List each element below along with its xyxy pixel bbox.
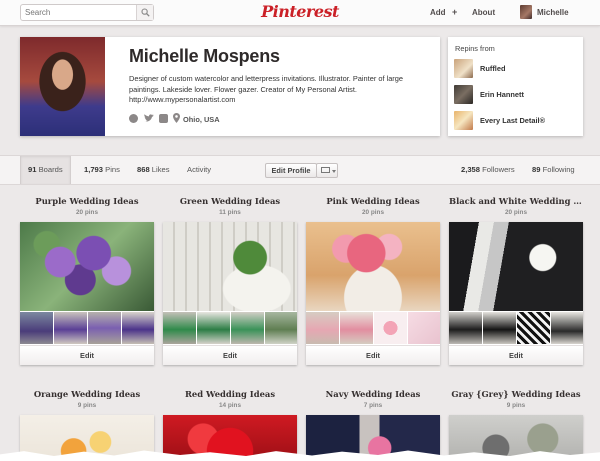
repin-source-name: Ruffled xyxy=(480,64,506,73)
search-button[interactable] xyxy=(136,5,153,20)
tab-likes[interactable]: 868 Likes xyxy=(137,156,170,184)
website-icon[interactable] xyxy=(129,114,138,123)
profile-bio: Designer of custom watercolor and letter… xyxy=(129,74,403,94)
repin-source-item[interactable]: Erin Hannett xyxy=(454,85,579,104)
top-nav: Pinterest Add + About Michelle xyxy=(0,0,600,26)
profile-card: Michelle Mospens Designer of custom wate… xyxy=(20,37,440,136)
likes-count: 868 xyxy=(137,165,150,174)
repin-source-avatar xyxy=(454,111,473,130)
following-count: 89 xyxy=(532,165,541,174)
board-thumbnail[interactable] xyxy=(163,312,196,344)
board-edit-button[interactable]: Edit xyxy=(449,345,583,365)
screen-icon xyxy=(321,167,330,173)
user-avatar[interactable] xyxy=(520,5,532,19)
profile-name: Michelle Mospens xyxy=(129,46,280,66)
board-thumbnail[interactable] xyxy=(340,312,373,344)
location-pin-icon xyxy=(173,113,180,123)
board-frame[interactable]: Edit xyxy=(449,222,583,365)
profile-location: Ohio, USA xyxy=(183,115,220,124)
repin-source-item[interactable]: Every Last Detail® xyxy=(454,111,579,130)
board-edit-button[interactable]: Edit xyxy=(306,345,440,365)
add-link[interactable]: Add xyxy=(430,8,446,17)
board-thumbnail[interactable] xyxy=(374,312,407,344)
search-icon xyxy=(141,8,150,17)
board-pin-count: 11 pins xyxy=(219,209,241,216)
board-thumbnail[interactable] xyxy=(122,312,154,344)
followers-label: Followers xyxy=(482,165,515,174)
board-cover-image[interactable] xyxy=(20,222,154,311)
repin-source-item[interactable]: Ruffled xyxy=(454,59,579,78)
repin-source-name: Every Last Detail® xyxy=(480,116,546,125)
repins-from-card: Repins from Ruffled Erin Hannett Every L… xyxy=(448,37,583,136)
chevron-down-icon xyxy=(332,170,336,173)
followers-count: 2,358 xyxy=(461,165,481,174)
board-thumbnail[interactable] xyxy=(449,312,482,344)
board-title[interactable]: Navy Wedding Ideas xyxy=(306,389,440,399)
tab-following[interactable]: 89 Following xyxy=(532,156,575,184)
following-label: Following xyxy=(542,165,575,174)
board-cover-image[interactable] xyxy=(306,222,440,311)
board-frame[interactable]: Edit xyxy=(163,222,297,365)
pins-count: 1,793 xyxy=(84,165,104,174)
pinterest-logo[interactable]: Pinterest xyxy=(260,2,340,22)
board-thumbnail[interactable] xyxy=(408,312,440,344)
board-thumbnail[interactable] xyxy=(265,312,297,344)
board-title[interactable]: Orange Wedding Ideas xyxy=(20,389,154,399)
board-title[interactable]: Pink Wedding Ideas xyxy=(306,196,440,206)
repins-title: Repins from xyxy=(455,44,495,53)
board-thumbnail[interactable] xyxy=(54,312,87,344)
edit-profile-button[interactable]: Edit Profile xyxy=(265,163,317,178)
board-thumbnail[interactable] xyxy=(551,312,583,344)
board-title[interactable]: Gray {Grey} Wedding Ideas xyxy=(449,389,583,399)
repin-source-name: Erin Hannett xyxy=(480,90,524,99)
boards-label: Boards xyxy=(38,165,63,174)
activity-label: Activity xyxy=(187,165,212,174)
repin-source-avatar xyxy=(454,59,473,78)
likes-label: Likes xyxy=(151,165,170,174)
board-pin-count: 9 pins xyxy=(506,402,526,409)
board-frame[interactable]: Edit xyxy=(20,222,154,365)
board-pin-count: 20 pins xyxy=(361,209,385,216)
board-cover-image[interactable] xyxy=(163,222,297,311)
board-frame[interactable]: Edit xyxy=(306,222,440,365)
repin-source-avatar xyxy=(454,85,473,104)
search-input[interactable] xyxy=(21,5,137,20)
add-plus-icon[interactable]: + xyxy=(452,7,457,17)
profile-website-link[interactable]: http://www.mypersonalartist.com xyxy=(129,95,235,104)
board-pin-count: 7 pins xyxy=(363,402,383,409)
twitter-icon[interactable] xyxy=(144,114,154,123)
board-thumbnail[interactable] xyxy=(483,312,516,344)
board-thumbnail[interactable] xyxy=(88,312,121,344)
profile-stats-bar: 91 Boards 1,793 Pins 868 Likes Activity … xyxy=(0,155,600,185)
board-pin-count: 14 pins xyxy=(218,402,242,409)
tab-activity[interactable]: Activity xyxy=(187,156,211,184)
board-title[interactable]: Green Wedding Ideas xyxy=(163,196,297,206)
tab-pins[interactable]: 1,793 Pins xyxy=(84,156,120,184)
board-edit-button[interactable]: Edit xyxy=(20,345,154,365)
board-title[interactable]: Red Wedding Ideas xyxy=(163,389,297,399)
board-thumbnail[interactable] xyxy=(231,312,264,344)
boards-count: 91 xyxy=(28,165,37,174)
board-thumbnail[interactable] xyxy=(306,312,339,344)
tab-followers[interactable]: 2,358 Followers xyxy=(461,156,515,184)
board-pin-count: 20 pins xyxy=(75,209,99,216)
profile-photo xyxy=(20,37,105,136)
board-thumbnail[interactable] xyxy=(197,312,230,344)
about-link[interactable]: About xyxy=(472,8,495,17)
board-title[interactable]: Purple Wedding Ideas xyxy=(20,196,154,206)
pins-label: Pins xyxy=(105,165,120,174)
user-menu-link[interactable]: Michelle xyxy=(537,8,569,17)
board-thumbnail[interactable] xyxy=(517,312,550,344)
board-cover-image[interactable] xyxy=(449,222,583,311)
layout-toggle-button[interactable] xyxy=(316,163,338,178)
search-box[interactable] xyxy=(20,4,154,21)
board-edit-button[interactable]: Edit xyxy=(163,345,297,365)
board-pin-count: 20 pins xyxy=(504,209,528,216)
board-pin-count: 9 pins xyxy=(77,402,97,409)
board-title[interactable]: Black and White Wedding Ideas xyxy=(449,196,583,206)
tab-boards[interactable]: 91 Boards xyxy=(20,156,71,184)
facebook-icon[interactable] xyxy=(159,114,168,123)
board-thumbnail[interactable] xyxy=(20,312,53,344)
